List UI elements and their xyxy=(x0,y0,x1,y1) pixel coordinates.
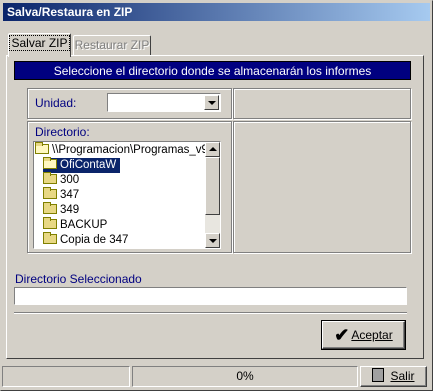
list-item-label: \\Programacion\Programas_v9 xyxy=(52,144,208,156)
list-item-label: OfiContaW xyxy=(60,159,117,171)
list-item[interactable]: \\Programacion\Programas_v9 xyxy=(35,142,208,158)
vertical-scrollbar[interactable] xyxy=(205,142,220,248)
list-item[interactable]: 300 xyxy=(43,172,81,188)
list-item-label: Copia de 347 xyxy=(60,234,129,246)
scroll-up-button[interactable] xyxy=(205,142,220,157)
unidad-combobox[interactable] xyxy=(107,93,221,112)
open-folder-icon xyxy=(35,142,49,154)
directory-listbox[interactable]: \\Programacion\Programas_v9 OfiContaW 30… xyxy=(33,141,221,249)
list-item-label: 349 xyxy=(60,204,80,216)
salir-button[interactable]: Salir xyxy=(360,366,427,387)
aceptar-label: Aceptar xyxy=(351,328,393,342)
directorio-seleccionado-field[interactable] xyxy=(14,287,407,305)
tab-restaurar-zip[interactable]: Restaurar ZIP xyxy=(73,35,151,55)
instruction-banner: Seleccione el directorio donde se almace… xyxy=(14,61,411,80)
list-item-label: 347 xyxy=(60,189,80,201)
scroll-down-button[interactable] xyxy=(205,233,220,248)
chevron-down-icon xyxy=(208,101,216,105)
window-title: Salva/Restaura en ZIP xyxy=(3,3,430,21)
list-item[interactable]: 349 xyxy=(43,202,81,218)
exit-door-icon xyxy=(372,368,385,382)
list-item-label: BACKUP xyxy=(60,219,108,231)
salir-label: Salir xyxy=(390,369,415,383)
list-item[interactable]: Copia de 347 xyxy=(43,232,130,248)
list-item[interactable]: OfiContaW xyxy=(43,157,120,173)
folder-icon xyxy=(43,187,57,199)
folder-icon xyxy=(43,172,57,184)
list-item-label: 300 xyxy=(60,174,80,186)
directorio-seleccionado-label: Directorio Seleccionado xyxy=(15,272,142,286)
directorio-label: Directorio: xyxy=(35,125,90,139)
aceptar-button[interactable]: ✔ Aceptar xyxy=(321,320,406,350)
progress-panel: 0% xyxy=(132,366,358,387)
tab-salvar-zip[interactable]: Salvar ZIP xyxy=(8,33,71,57)
folder-icon xyxy=(43,232,57,244)
open-folder-icon xyxy=(43,157,57,169)
directorio-side-panel xyxy=(233,121,411,253)
status-panel-left xyxy=(2,366,130,387)
unidad-dropdown-button[interactable] xyxy=(204,95,219,110)
unidad-label: Unidad: xyxy=(35,96,77,110)
unidad-side-panel xyxy=(233,88,411,119)
scroll-thumb[interactable] xyxy=(205,157,220,215)
divider xyxy=(14,312,407,314)
folder-icon xyxy=(43,202,57,214)
tab-salvar-zip-label: Salvar ZIP xyxy=(9,35,70,51)
list-item[interactable]: 347 xyxy=(43,187,81,203)
arrow-down-icon xyxy=(209,239,217,243)
progress-text: 0% xyxy=(236,369,254,383)
list-item[interactable]: BACKUP xyxy=(43,217,109,233)
checkmark-icon: ✔ xyxy=(334,325,350,345)
folder-icon xyxy=(43,217,57,229)
arrow-up-icon xyxy=(209,147,217,151)
